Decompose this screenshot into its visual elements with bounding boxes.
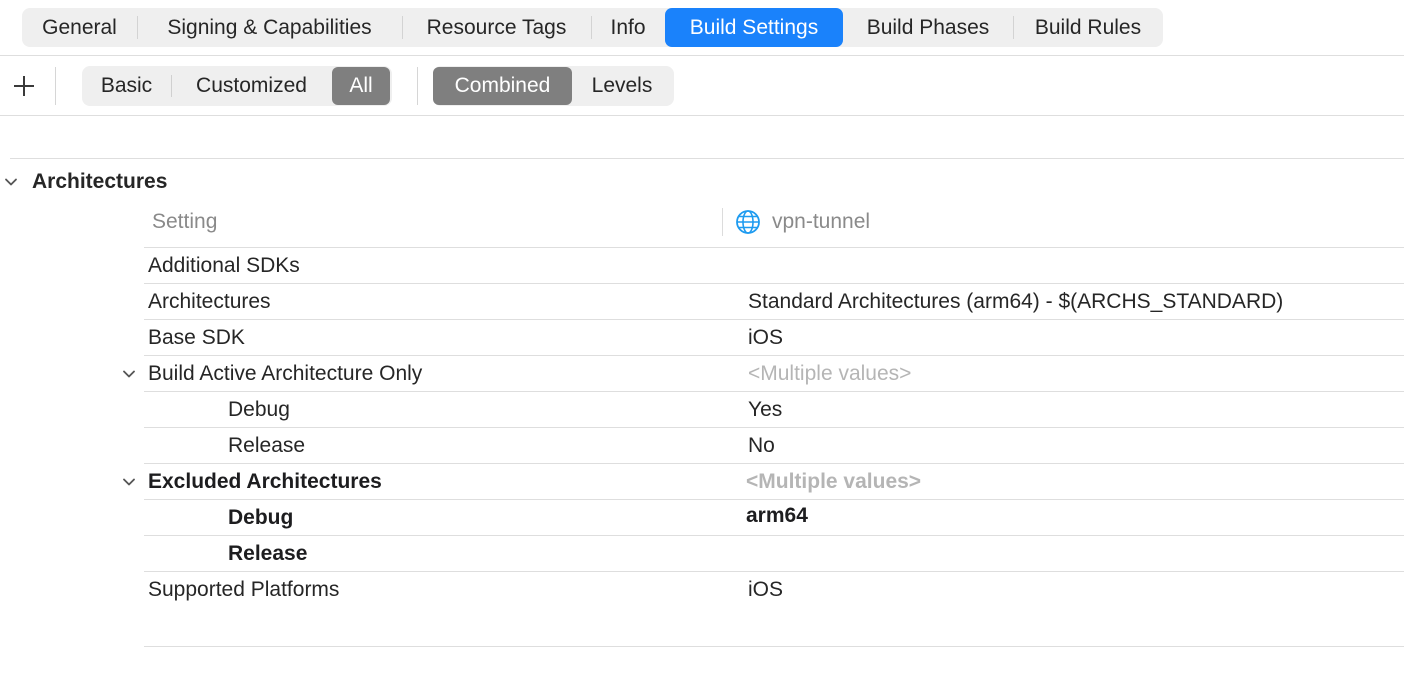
setting-name: Debug xyxy=(228,398,290,421)
setting-row-release[interactable]: Release No xyxy=(144,427,1404,463)
filter-basic-button[interactable]: Basic xyxy=(82,66,171,106)
setting-row-architectures[interactable]: Architectures Standard Architectures (ar… xyxy=(144,283,1404,319)
section-header-architectures[interactable]: Architectures xyxy=(0,168,167,196)
setting-row-excluded-architectures[interactable]: Excluded Architectures <Multiple values> xyxy=(123,463,1404,500)
column-header-target[interactable]: vpn-tunnel xyxy=(734,207,870,237)
tab-build-settings[interactable]: Build Settings xyxy=(665,8,843,47)
setting-value[interactable]: Standard Architectures (arm64) - $(ARCHS… xyxy=(748,284,1283,320)
filter-customized-button[interactable]: Customized xyxy=(171,66,332,106)
setting-value[interactable]: iOS xyxy=(748,572,783,608)
setting-name: Additional SDKs xyxy=(148,254,300,277)
setting-row-additional-sdks[interactable]: Additional SDKs xyxy=(144,247,1404,283)
toolbar-bottom-divider xyxy=(0,115,1404,116)
tab-build-phases[interactable]: Build Phases xyxy=(843,8,1013,47)
target-name: vpn-tunnel xyxy=(772,210,871,233)
setting-value[interactable]: <Multiple values> xyxy=(746,464,921,500)
setting-name: Base SDK xyxy=(148,326,245,349)
setting-row-base-sdk[interactable]: Base SDK iOS xyxy=(144,319,1404,355)
setting-name: Release xyxy=(228,434,306,457)
editor-tab-bar: General Signing & Capabilities Resource … xyxy=(22,8,1163,47)
build-settings-window: General Signing & Capabilities Resource … xyxy=(0,0,1404,690)
add-setting-button[interactable] xyxy=(9,70,39,102)
setting-row-debug[interactable]: Debug Yes xyxy=(144,391,1404,427)
chevron-down-icon[interactable] xyxy=(118,363,140,385)
tab-bar-divider xyxy=(0,55,1404,56)
filter-segmented-control: Basic Customized All xyxy=(82,66,392,106)
toolbar-divider-2 xyxy=(417,67,418,105)
setting-row-supported-platforms[interactable]: Supported Platforms iOS xyxy=(144,571,1404,607)
tab-info[interactable]: Info xyxy=(591,8,665,47)
setting-name: Architectures xyxy=(148,290,271,313)
setting-value[interactable]: arm64 xyxy=(746,498,808,534)
setting-value[interactable]: No xyxy=(748,428,775,464)
table-bottom-divider xyxy=(144,646,1404,647)
setting-value[interactable]: iOS xyxy=(748,320,783,356)
setting-name: Excluded Architectures xyxy=(148,470,382,493)
setting-row-build-active-architecture-only[interactable]: Build Active Architecture Only <Multiple… xyxy=(123,355,1404,392)
tab-general[interactable]: General xyxy=(22,8,137,47)
chevron-down-icon[interactable] xyxy=(0,171,22,193)
filter-all-button[interactable]: All xyxy=(332,67,390,105)
view-segmented-control: Combined Levels xyxy=(433,66,674,106)
view-levels-button[interactable]: Levels xyxy=(572,66,672,106)
setting-value[interactable]: <Multiple values> xyxy=(748,356,911,392)
section-top-divider xyxy=(10,158,1404,159)
tab-resource-tags[interactable]: Resource Tags xyxy=(402,8,591,47)
tab-build-rules[interactable]: Build Rules xyxy=(1013,8,1163,47)
plus-icon xyxy=(14,76,34,96)
setting-name: Supported Platforms xyxy=(148,578,340,601)
setting-row-excluded-debug[interactable]: Debug arm64 xyxy=(144,499,1404,535)
column-header-setting[interactable]: Setting xyxy=(152,207,217,237)
column-divider xyxy=(722,208,723,236)
setting-row-excluded-release[interactable]: Release xyxy=(144,535,1404,571)
globe-icon xyxy=(734,208,762,236)
section-title: Architectures xyxy=(32,170,168,193)
setting-name: Release xyxy=(228,542,308,565)
chevron-down-icon[interactable] xyxy=(118,471,140,493)
setting-name: Debug xyxy=(228,506,294,529)
view-combined-button[interactable]: Combined xyxy=(433,67,572,105)
tab-signing-capabilities[interactable]: Signing & Capabilities xyxy=(137,8,402,47)
toolbar-divider xyxy=(55,67,56,105)
setting-value[interactable]: Yes xyxy=(748,392,782,428)
setting-name: Build Active Architecture Only xyxy=(148,362,423,385)
